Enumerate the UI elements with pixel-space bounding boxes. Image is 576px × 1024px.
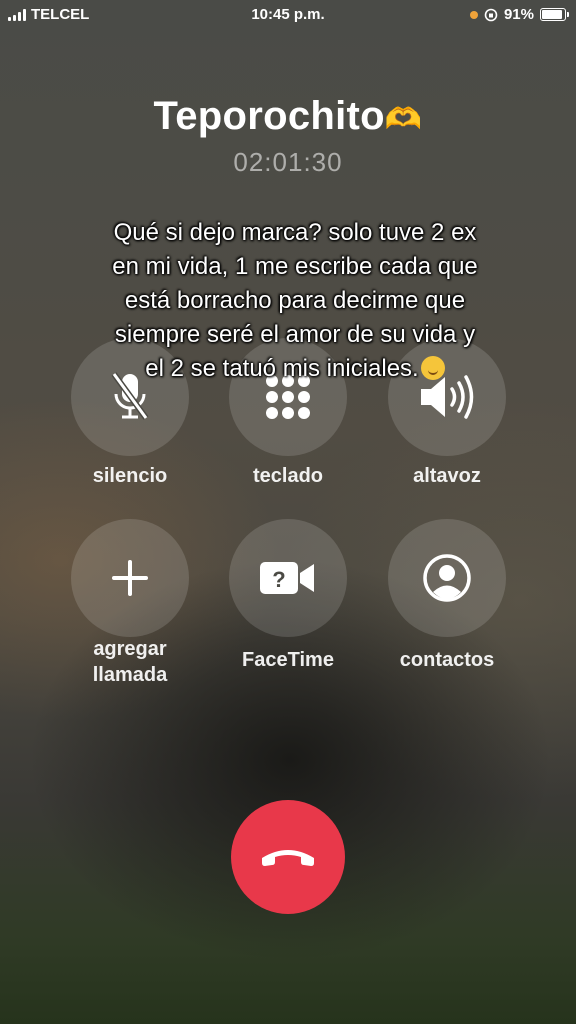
battery-percent: 91% [503, 6, 534, 23]
contacts-label: contactos [399, 649, 495, 671]
orange-dot-icon [469, 10, 478, 19]
keypad-label: teclado [252, 465, 324, 487]
mute-label: silencio [92, 465, 168, 487]
call-duration: 02:01:30 [233, 147, 343, 177]
contacts-button[interactable] [388, 519, 506, 637]
overlay-caption: Qué si dejo marca? solo tuve 2 ex en mi … [105, 216, 485, 386]
facetime-icon: ? [260, 562, 314, 594]
facetime-label: FaceTime [242, 649, 334, 671]
orientation-lock-icon [484, 8, 498, 21]
melting-face-emoji [420, 355, 445, 380]
add-call-label: agregar llamada [55, 636, 205, 688]
status-right: 91% [469, 6, 569, 23]
overlay-caption-text: Qué si dejo marca? solo tuve 2 ex en mi … [112, 219, 478, 382]
facetime-button[interactable]: ? [229, 519, 347, 637]
heart-hands-emoji: 🫶 [384, 103, 423, 136]
phone-down-icon [262, 850, 314, 866]
contact-name: Teporochito🫶 [0, 94, 576, 139]
plus-icon [112, 560, 148, 596]
battery-icon [540, 8, 569, 21]
status-bar: TELCEL 10:45 p.m. 91% [0, 0, 576, 30]
add-call-label-line1: agregar [93, 638, 167, 660]
person-circle-icon [423, 554, 471, 602]
add-call-button[interactable] [71, 519, 189, 637]
contact-name-text: Teporochito [153, 94, 385, 138]
svg-text:?: ? [272, 567, 285, 592]
speaker-label: altavoz [413, 465, 481, 487]
end-call-button[interactable] [231, 800, 345, 914]
add-call-label-line2: llamada [92, 664, 168, 686]
